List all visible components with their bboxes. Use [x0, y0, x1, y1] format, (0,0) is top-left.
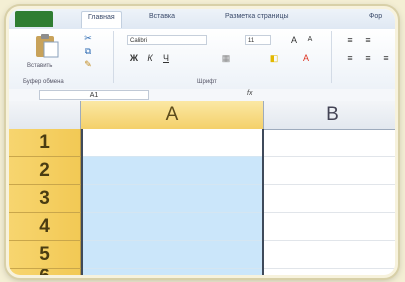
format-painter-icon[interactable]: ✎ [83, 59, 93, 69]
row-header-1[interactable]: 1 [9, 129, 81, 157]
shrink-font-icon[interactable]: A [305, 35, 315, 45]
underline-icon[interactable]: Ч [161, 53, 171, 63]
cell-a5[interactable] [81, 241, 264, 269]
select-all-corner[interactable] [9, 101, 81, 129]
row-header-2[interactable]: 2 [9, 157, 81, 185]
divider [113, 31, 114, 83]
column-header-a[interactable]: A [81, 101, 264, 129]
font-size-select[interactable]: 11 [245, 35, 271, 45]
cell-a1[interactable] [81, 129, 264, 157]
cell-b2[interactable] [264, 157, 395, 185]
tab-insert[interactable]: Вставка [149, 13, 175, 20]
excel-window: Главная Вставка Разметка страницы Фор Вс… [6, 6, 398, 278]
row-header-5[interactable]: 5 [9, 241, 81, 269]
tab-page-layout[interactable]: Разметка страницы [225, 13, 289, 20]
cell-a3[interactable] [81, 185, 264, 213]
fill-color-icon[interactable]: ◧ [269, 53, 279, 63]
paste-label[interactable]: Вставить [27, 63, 52, 69]
align-center-icon[interactable]: ≡ [363, 53, 373, 63]
tab-home[interactable]: Главная [81, 11, 122, 28]
ribbon-tab-bar: Главная Вставка Разметка страницы Фор [9, 9, 395, 30]
row-header-6[interactable]: 6 [9, 269, 81, 275]
cell-b3[interactable] [264, 185, 395, 213]
borders-icon[interactable]: ▦ [221, 53, 231, 63]
tab-formulas[interactable]: Фор [369, 13, 382, 20]
bold-icon[interactable]: Ж [129, 53, 139, 63]
italic-icon[interactable]: К [145, 53, 155, 63]
name-box[interactable]: A1 [39, 90, 149, 100]
clipboard-group-label: Буфер обмена [23, 79, 64, 85]
copy-icon[interactable]: ⧉ [83, 46, 93, 56]
cell-b1[interactable] [264, 129, 395, 157]
row-headers: 1 2 3 4 5 6 [9, 129, 81, 275]
grow-font-icon[interactable]: A [289, 35, 299, 45]
cell-b6[interactable] [264, 269, 395, 275]
row-header-4[interactable]: 4 [9, 213, 81, 241]
ribbon: Вставить ✂ ⧉ ✎ Буфер обмена Calibri 11 A… [9, 29, 395, 90]
cell-a4[interactable] [81, 213, 264, 241]
paste-icon[interactable] [33, 33, 61, 59]
file-tab[interactable] [15, 11, 53, 27]
column-headers: A B [9, 101, 395, 130]
align-left-icon[interactable]: ≡ [345, 53, 355, 63]
align-middle-icon[interactable]: ≡ [363, 35, 373, 45]
cell-a2[interactable] [81, 157, 264, 185]
cell-a6[interactable] [81, 269, 264, 275]
divider [331, 31, 332, 83]
font-group-label: Шрифт [197, 79, 217, 85]
cell-b5[interactable] [264, 241, 395, 269]
cut-icon[interactable]: ✂ [83, 33, 93, 43]
align-right-icon[interactable]: ≡ [381, 53, 391, 63]
align-top-icon[interactable]: ≡ [345, 35, 355, 45]
cell-b4[interactable] [264, 213, 395, 241]
row-header-3[interactable]: 3 [9, 185, 81, 213]
fx-icon[interactable]: fx [247, 90, 252, 97]
column-header-b[interactable]: B [264, 101, 395, 129]
font-name-select[interactable]: Calibri [127, 35, 207, 45]
font-color-icon[interactable]: A [301, 53, 311, 63]
